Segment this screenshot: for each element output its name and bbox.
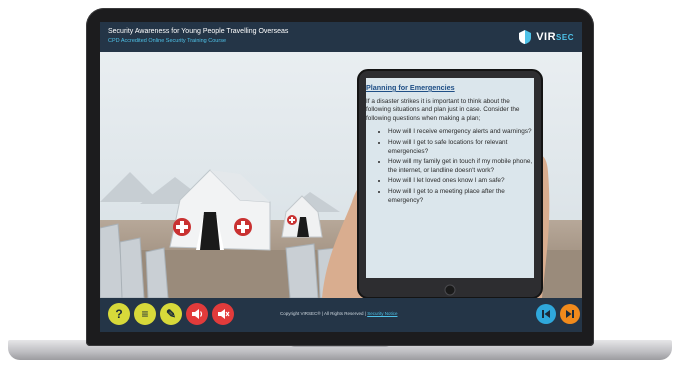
course-subtitle: CPD Accredited Online Security Training … <box>108 38 226 44</box>
menu-button[interactable]: ≡ <box>134 303 156 325</box>
notes-button[interactable]: ✎ <box>160 303 182 325</box>
list-item: How will I get to safe locations for rel… <box>388 139 534 156</box>
tablet-heading: Planning for Emergencies <box>366 83 455 92</box>
menu-list-icon: ≡ <box>141 307 149 321</box>
speaker-icon <box>192 309 203 319</box>
mute-icon <box>218 309 230 319</box>
shield-icon <box>519 30 532 44</box>
list-item: How will I receive emergency alerts and … <box>388 128 534 137</box>
virsec-logo: VIRSEC <box>517 28 574 46</box>
mute-button[interactable] <box>212 303 234 325</box>
pencil-icon: ✎ <box>165 307 177 321</box>
previous-icon <box>542 310 550 318</box>
list-item: How will my family get in touch if my mo… <box>388 158 534 175</box>
home-button <box>444 284 456 296</box>
copyright-text: Copyright VIRSEC® | All Rights Reserved … <box>280 311 366 316</box>
previous-button[interactable] <box>536 304 556 324</box>
list-item: How will I let loved ones know I am safe… <box>388 177 534 186</box>
logo-text: VIR <box>536 31 557 43</box>
tablet-intro: If a disaster strikes it is important to… <box>366 97 520 122</box>
course-title: Security Awareness for Young People Trav… <box>108 28 289 35</box>
next-button[interactable] <box>560 304 580 324</box>
next-icon <box>566 310 574 318</box>
logo-suffix: SEC <box>556 33 574 42</box>
help-icon: ? <box>115 307 123 321</box>
tablet-content: Planning for Emergencies If a disaster s… <box>366 83 534 207</box>
course-footer: ? ≡ ✎ Copyright VIRSEC® | All Rights Res… <box>100 298 582 332</box>
course-header: Security Awareness for Young People Trav… <box>100 22 582 52</box>
course-screen: Security Awareness for Young People Trav… <box>100 22 582 332</box>
audio-button[interactable] <box>186 303 208 325</box>
copyright-notice: Copyright VIRSEC® | All Rights Reserved … <box>280 311 397 316</box>
security-notice-link[interactable]: Security Notice <box>367 311 397 316</box>
list-item: How will I get to a meeting place after … <box>388 188 534 205</box>
help-button[interactable]: ? <box>108 303 130 325</box>
question-list: How will I receive emergency alerts and … <box>366 128 534 205</box>
